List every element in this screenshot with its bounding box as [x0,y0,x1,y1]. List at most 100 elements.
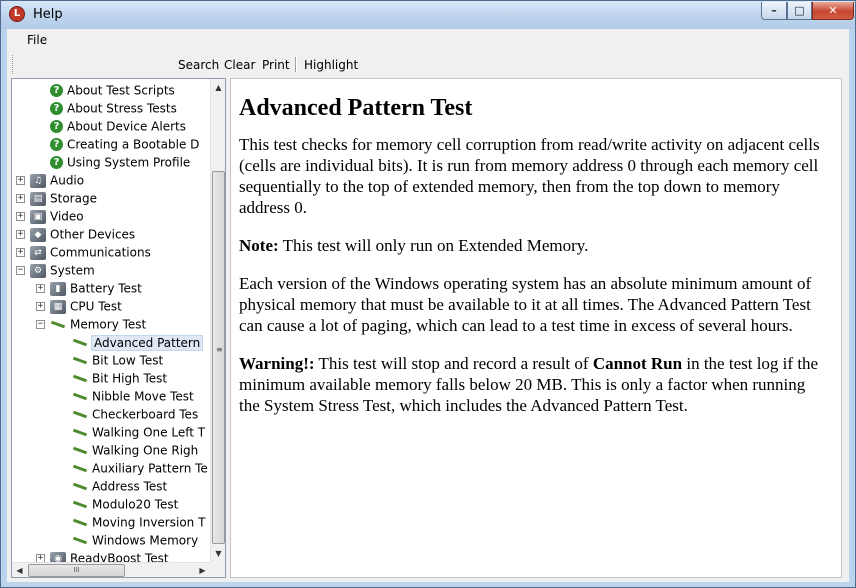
article-paragraph-warning: Warning!: This test will stop and record… [239,353,829,416]
topics-tree[interactable]: ? About Test Scripts? About Stress Tests? A… [11,78,226,578]
question-icon: ? [50,84,63,97]
title-bar[interactable]: L Help – □ ✕ [1,1,855,29]
search-button[interactable]: Search [178,58,219,72]
tree-item[interactable]: + ▮ Battery Test [36,279,142,297]
memory-icon [72,498,88,512]
tree-item[interactable]: + ▣ Video [16,207,84,225]
tree-item[interactable]: Bit Low Test [72,351,163,369]
expand-icon[interactable]: + [16,248,25,257]
tree-item-label: Bit Low Test [92,353,164,368]
memory-icon [72,336,88,350]
help-window: L Help – □ ✕ File Search Clear Print Hig… [0,0,856,588]
app-icon: L [9,6,25,22]
tree-item-label: Walking One Left T [92,425,206,440]
note-label: Note: [239,236,279,255]
toolbar-grip[interactable] [12,55,15,74]
tree-item[interactable]: + ◉ ReadyBoost Test [36,549,169,562]
memory-icon [72,408,88,422]
note-text: This test will only run on Extended Memo… [278,236,589,255]
tree-item[interactable]: Checkerboard Tes [72,405,198,423]
tree-rows: ? About Test Scripts? About Stress Tests? A… [12,79,210,562]
expand-icon[interactable]: + [16,176,25,185]
scroll-up-arrow-icon[interactable]: ▲ [211,79,225,96]
tree-item[interactable]: + ▦ CPU Test [36,297,122,315]
tree-item-label: Moving Inversion T [92,515,206,530]
collapse-icon[interactable]: − [36,320,45,329]
tree-item[interactable]: Nibble Move Test [72,387,194,405]
tree-item[interactable]: Walking One Left T [72,423,205,441]
minimize-button[interactable]: – [761,2,787,20]
article-heading: Advanced Pattern Test [239,95,473,121]
tree-item-label: ReadyBoost Test [70,551,169,563]
tree-item-label: Nibble Move Test [92,389,194,404]
vertical-scrollbar[interactable]: ▲ ≡ ▼ [210,79,225,562]
expand-icon[interactable]: + [36,284,45,293]
tree-item[interactable]: − ⚙ System [16,261,95,279]
tree-item-label: Bit High Test [92,371,168,386]
memory-icon [72,372,88,386]
tree-item-label: Audio [50,173,85,188]
memory-icon [72,462,88,476]
scroll-left-arrow-icon[interactable]: ◀ [12,563,27,577]
network-icon: ⇄ [30,245,46,260]
memory-icon [72,444,88,458]
tree-item[interactable]: Bit High Test [72,369,167,387]
expand-icon[interactable]: + [16,230,25,239]
tree-item[interactable]: − Memory Test [36,315,146,333]
print-button[interactable]: Print [262,58,290,72]
tree-item-label: Modulo20 Test [92,497,179,512]
menu-file[interactable]: File [27,33,47,47]
vertical-scroll-thumb[interactable]: ≡ [212,171,225,544]
horizontal-scroll-thumb[interactable]: III [28,564,125,577]
tree-item-label: Video [50,209,84,224]
tree-item-label: Other Devices [50,227,136,242]
scroll-right-arrow-icon[interactable]: ▶ [195,563,210,577]
tree-item[interactable]: + ⇄ Communications [16,243,151,261]
scroll-grip-icon: ≡ [216,345,223,354]
toolbar: Search Clear Print Highlight [7,52,849,77]
speaker-icon: ♫ [30,173,46,188]
tree-item[interactable]: Modulo20 Test [72,495,178,513]
tree-item-label: Address Test [92,479,168,494]
tree-item[interactable]: Walking One Righ [72,441,198,459]
tree-item[interactable]: + ♫ Audio [16,171,84,189]
article-paragraph-note: Note: This test will only run on Extende… [239,235,829,256]
question-icon: ? [50,120,63,133]
tree-item[interactable]: ? About Device Alerts [50,117,186,135]
tree-item[interactable]: + ◆ Other Devices [16,225,135,243]
expand-icon[interactable]: + [36,302,45,311]
tree-item-label: About Device Alerts [67,119,186,134]
tree-item[interactable]: + ▤ Storage [16,189,97,207]
highlight-button[interactable]: Highlight [304,58,358,72]
tree-item[interactable]: ? Creating a Bootable D [50,135,199,153]
maximize-button[interactable]: □ [787,2,812,20]
tree-item[interactable]: ? About Test Scripts [50,81,175,99]
close-button[interactable]: ✕ [812,2,854,20]
tree-item[interactable]: Moving Inversion T [72,513,205,531]
scroll-corner [210,562,225,577]
collapse-icon[interactable]: − [16,266,25,275]
toolbar-separator [295,57,297,72]
help-content-pane[interactable]: Advanced Pattern Test This test checks f… [230,78,842,578]
clear-button[interactable]: Clear [224,58,255,72]
tree-item[interactable]: Windows Memory [72,531,198,549]
expand-icon[interactable]: + [36,554,45,562]
tree-item-label: Checkerboard Tes [92,407,199,422]
battery-icon: ▮ [50,281,66,296]
tree-item[interactable]: Address Test [72,477,167,495]
tree-item[interactable]: Auxiliary Pattern Te [72,459,208,477]
tree-item-label: Advanced Pattern [90,334,204,351]
tree-item[interactable]: ? Using System Profile [50,153,190,171]
tree-item-label: Battery Test [70,281,142,296]
tree-item-label: Walking One Righ [92,443,199,458]
tree-item[interactable]: ? About Stress Tests [50,99,177,117]
expand-icon[interactable]: + [16,212,25,221]
tree-item-label: CPU Test [70,299,122,314]
horizontal-scrollbar[interactable]: ◀ III ▶ [12,562,210,577]
window-title: Help [33,7,63,22]
expand-icon[interactable]: + [16,194,25,203]
tree-item-label: System [50,263,95,278]
status-strip [7,578,849,582]
scroll-down-arrow-icon[interactable]: ▼ [211,545,225,562]
tree-item[interactable]: Advanced Pattern [72,333,204,351]
